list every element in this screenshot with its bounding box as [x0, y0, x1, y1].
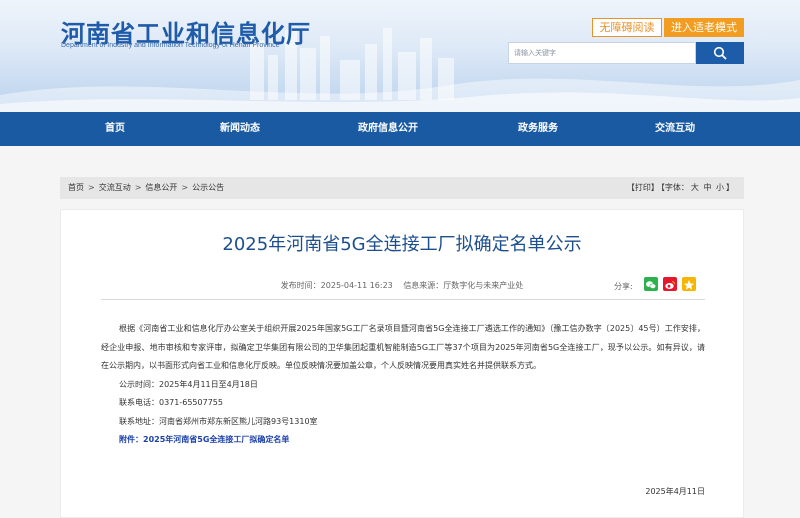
breadcrumb-interaction[interactable]: 交流互动 — [99, 183, 131, 192]
article-panel: 2025年河南省5G全连接工厂拟确定名单公示 发布时间：2025-04-11 1… — [60, 209, 744, 518]
body-paragraph: 根据《河南省工业和信息化厅办公室关于组织开展2025年国家5G工厂名录项目暨河南… — [101, 324, 705, 370]
print-button[interactable]: 【打印】 — [627, 183, 659, 192]
main-nav: 首页 新闻动态 政府信息公开 政务服务 交流互动 — [0, 112, 800, 146]
search-button[interactable] — [696, 42, 744, 64]
breadcrumb-bar: 首页 > 交流互动 > 信息公开 > 公示公告 【打印】 【字体：大 中 小】 — [60, 177, 744, 199]
site-subtitle: Department of Industry and Information T… — [61, 42, 280, 49]
meta-divider — [101, 299, 705, 300]
accessibility-button[interactable]: 无障碍阅读 — [592, 18, 662, 37]
search-input[interactable]: 请输入关键字 — [508, 42, 696, 64]
nav-item-home[interactable]: 首页 — [75, 112, 155, 146]
wechat-share-icon[interactable] — [644, 277, 658, 291]
article-title: 2025年河南省5G全连接工厂拟确定名单公示 — [222, 234, 582, 255]
attachment-link[interactable]: 附件：2025年河南省5G全连接工厂拟确定名单 — [101, 431, 705, 450]
font-small-button[interactable]: 小 — [716, 183, 724, 192]
signature-date: 2025年4月11日 — [645, 487, 705, 496]
font-medium-button[interactable]: 中 — [703, 183, 711, 192]
qzone-share-icon[interactable] — [682, 277, 696, 291]
font-size-prefix: 【字体： — [660, 183, 689, 192]
publish-time: 发布时间：2025-04-11 16:23 — [280, 281, 393, 290]
article-meta: 发布时间：2025-04-11 16:23 信息来源：厅数字化与未来产业处 — [61, 280, 743, 291]
nav-item-gov-info[interactable]: 政府信息公开 — [338, 112, 438, 146]
contact-address: 联系地址：河南省郑州市郑东新区熊儿河路93号1310室 — [119, 416, 318, 426]
breadcrumb-separator: > — [181, 183, 189, 192]
info-source: 信息来源：厅数字化与未来产业处 — [403, 281, 524, 290]
weibo-share-icon[interactable] — [663, 277, 677, 291]
nav-item-services[interactable]: 政务服务 — [498, 112, 578, 146]
font-large-button[interactable]: 大 — [691, 183, 699, 192]
share-label: 分享: — [614, 282, 633, 291]
nav-item-interaction[interactable]: 交流互动 — [635, 112, 715, 146]
nav-item-news[interactable]: 新闻动态 — [200, 112, 280, 146]
breadcrumb-info-disclosure[interactable]: 信息公开 — [145, 183, 177, 192]
publicity-period: 公示时间：2025年4月11日至4月18日 — [119, 379, 258, 389]
article-body: 根据《河南省工业和信息化厅办公室关于组织开展2025年国家5G工厂名录项目暨河南… — [101, 320, 705, 450]
breadcrumb-home[interactable]: 首页 — [68, 183, 84, 192]
breadcrumb-announcements[interactable]: 公示公告 — [192, 183, 224, 192]
breadcrumb: 首页 > 交流互动 > 信息公开 > 公示公告 — [68, 177, 224, 199]
contact-phone: 联系电话：0371-65507755 — [119, 398, 223, 407]
breadcrumb-separator: > — [134, 183, 142, 192]
site-header: 河南省工业和信息化厅 Department of Industry and In… — [0, 0, 800, 112]
elder-mode-button[interactable]: 进入适老模式 — [664, 18, 744, 37]
font-size-suffix: 】 — [726, 183, 734, 192]
search-icon — [713, 46, 727, 60]
breadcrumb-separator: > — [88, 183, 95, 192]
page-tools: 【打印】 【字体：大 中 小】 — [625, 177, 734, 199]
